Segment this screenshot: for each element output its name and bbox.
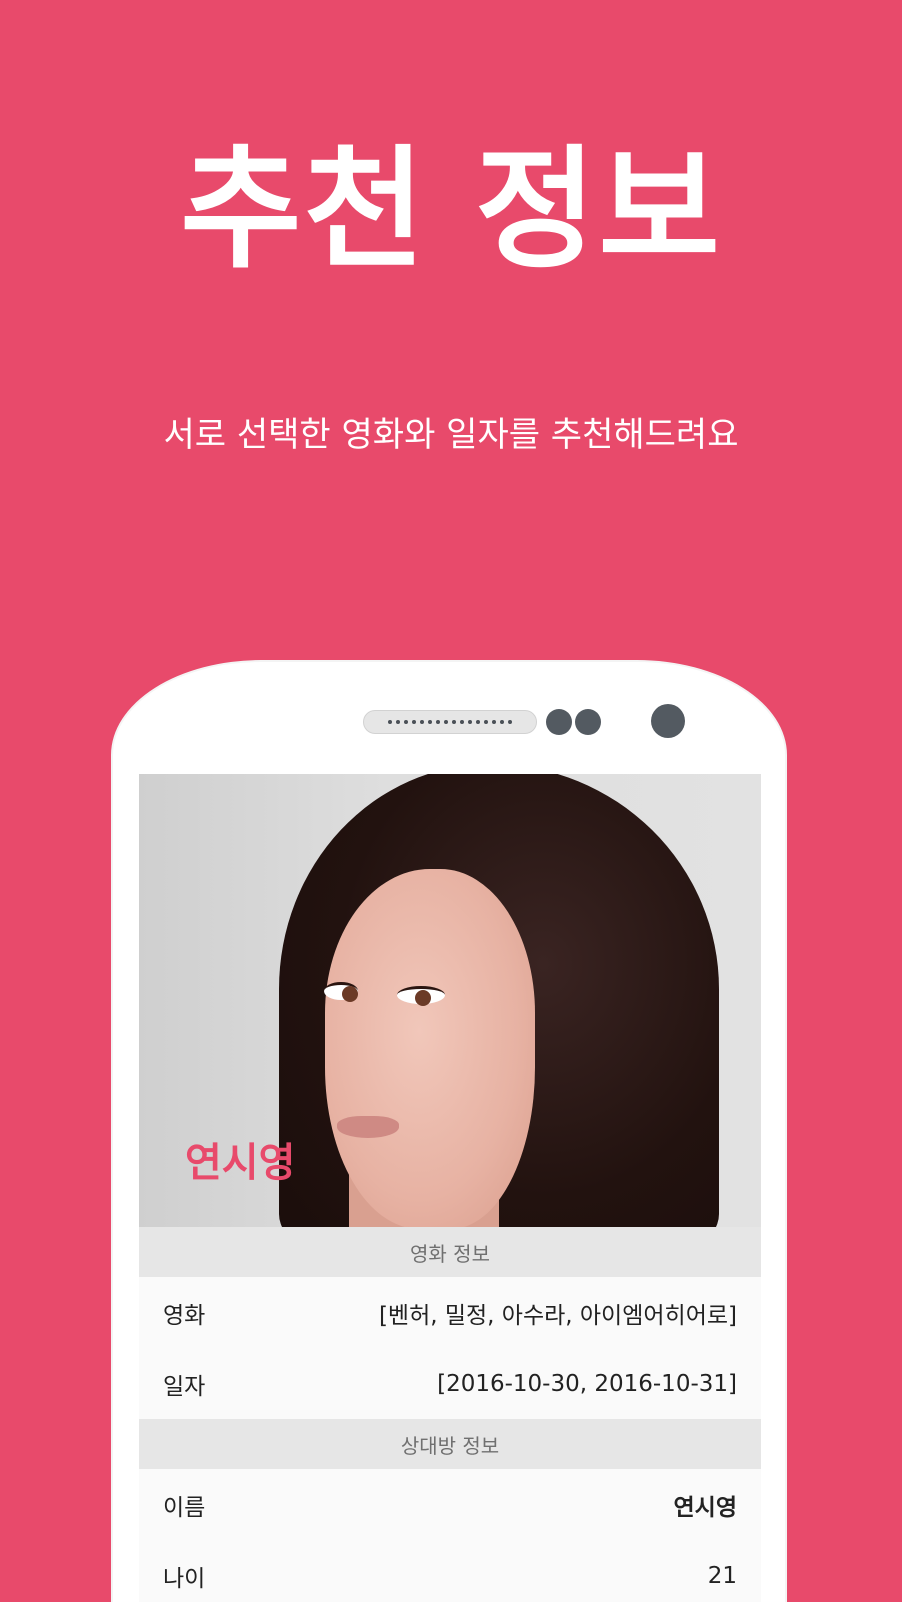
promo-subline: 서로 선택한 영화와 일자를 추천해드려요: [163, 415, 739, 455]
front-camera: [651, 704, 685, 738]
name-label: 이름: [163, 1494, 206, 1521]
photo-eye-right: [397, 986, 445, 1006]
promo-headline: 추천 정보: [180, 133, 722, 287]
list-item-age[interactable]: 나이 21: [139, 1540, 761, 1602]
photo-face: [325, 869, 535, 1227]
phone-screen: 연시영 영화 정보 영화 [벤허, 밀정, 아수라, 아이엠어히어로] 일자 […: [139, 774, 761, 1602]
date-value: [2016-10-30, 2016-10-31]: [437, 1370, 737, 1397]
proximity-sensor: [546, 709, 572, 735]
list-item-movie[interactable]: 영화 [벤허, 밀정, 아수라, 아이엠어히어로]: [139, 1277, 761, 1348]
movie-label: 영화: [163, 1302, 206, 1329]
light-sensor: [575, 709, 601, 735]
partner-info-header: 상대방 정보: [139, 1419, 761, 1469]
name-value: 연시영: [673, 1494, 737, 1521]
date-label: 일자: [163, 1373, 206, 1400]
speaker-grille: [363, 710, 537, 734]
age-value: 21: [707, 1562, 737, 1589]
movie-info-header: 영화 정보: [139, 1227, 761, 1277]
profile-photo[interactable]: 연시영: [139, 774, 761, 1227]
list-item-name[interactable]: 이름 연시영: [139, 1469, 761, 1540]
photo-lips: [337, 1116, 399, 1138]
profile-name-overlay: 연시영: [185, 1140, 296, 1186]
age-label: 나이: [163, 1565, 206, 1592]
movie-value: [벤허, 밀정, 아수라, 아이엠어히어로]: [378, 1302, 737, 1329]
list-item-date[interactable]: 일자 [2016-10-30, 2016-10-31]: [139, 1348, 761, 1419]
phone-mockup: 연시영 영화 정보 영화 [벤허, 밀정, 아수라, 아이엠어히어로] 일자 […: [111, 660, 787, 1602]
photo-eye-left: [324, 982, 358, 1002]
